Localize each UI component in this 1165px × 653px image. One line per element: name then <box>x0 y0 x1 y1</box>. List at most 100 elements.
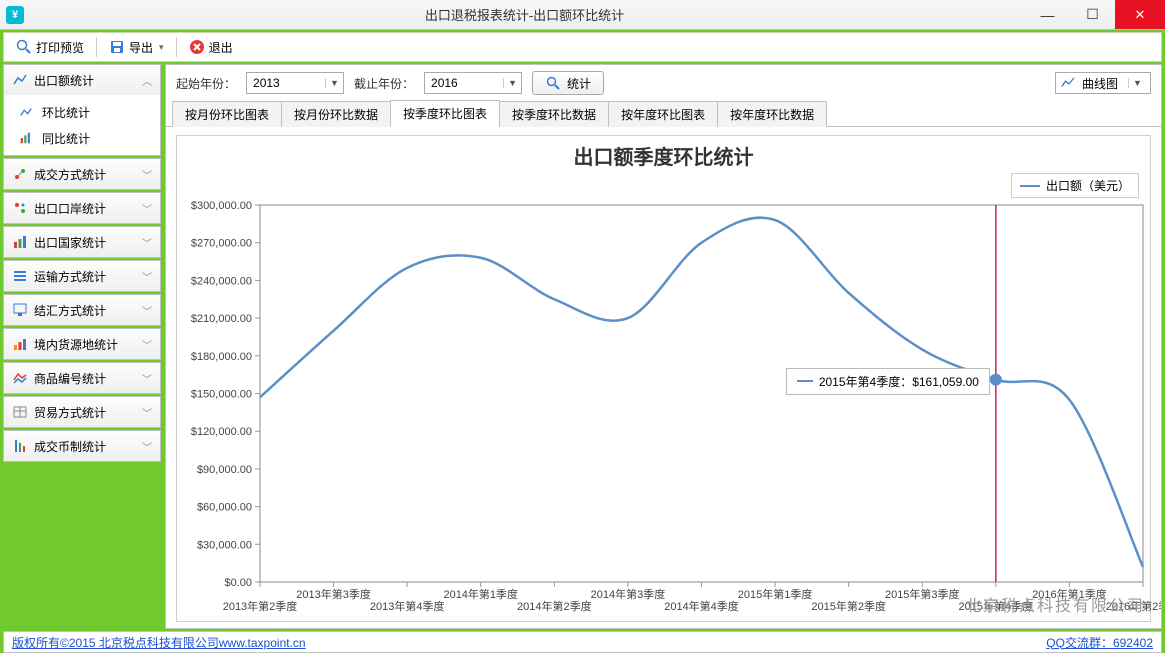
exit-label: 退出 <box>209 39 233 56</box>
svg-text:$210,000.00: $210,000.00 <box>191 313 252 325</box>
print-preview-label: 打印预览 <box>36 39 84 56</box>
start-year-select[interactable]: ▼ <box>246 72 344 94</box>
subtab[interactable]: 按季度环比数据 <box>499 101 609 127</box>
qq-link[interactable]: QQ交流群：692402 <box>1046 636 1153 650</box>
group-icon <box>12 268 28 284</box>
svg-text:2013年第4季度: 2013年第4季度 <box>370 599 445 613</box>
svg-text:2015年第3季度: 2015年第3季度 <box>885 587 960 601</box>
sidebar-item[interactable]: 同比统计 <box>4 125 160 151</box>
group-icon <box>12 404 28 420</box>
chart-plot: $0.00$30,000.00$60,000.00$90,000.00$120,… <box>166 127 1161 628</box>
sidebar-group: 成交方式统计﹀ <box>3 158 161 190</box>
svg-text:$30,000.00: $30,000.00 <box>197 539 252 551</box>
window-title: 出口退税报表统计-出口额环比统计 <box>24 5 1025 24</box>
toolbar: 打印预览 导出 ▾ 退出 <box>3 32 1162 62</box>
magnifier-icon <box>16 39 32 55</box>
chevron-icon: ﹀ <box>142 167 152 182</box>
start-year-label: 起始年份： <box>176 75 236 92</box>
sidebar-group: 贸易方式统计﹀ <box>3 396 161 428</box>
chart-type-input[interactable] <box>1076 73 1128 93</box>
copyright-link[interactable]: 版权所有©2015 北京税点科技有限公司www.taxpoint.cn <box>12 636 306 650</box>
chart-watermark: 北京税点科技有限公司 <box>965 592 1145 616</box>
sidebar-group-header[interactable]: 出口口岸统计 ﹀ <box>4 193 160 223</box>
chevron-icon: ﹀ <box>142 371 152 386</box>
close-button[interactable]: ✕ <box>1115 0 1165 29</box>
exit-icon <box>189 39 205 55</box>
sidebar-group-header[interactable]: 贸易方式统计﹀ <box>4 397 160 427</box>
sidebar-group-header[interactable]: 成交币制统计 ﹀ <box>4 431 160 461</box>
sidebar-group: 出口口岸统计 ﹀ <box>3 192 161 224</box>
stat-button[interactable]: 统计 <box>532 71 604 95</box>
export-label: 导出 <box>129 39 153 56</box>
group-label: 境内货源地统计 <box>34 336 118 353</box>
chevron-icon: ﹀ <box>142 303 152 318</box>
chevron-down-icon: ▼ <box>503 78 521 88</box>
dropdown-arrow-icon: ▾ <box>159 42 164 53</box>
sidebar-group-header[interactable]: 出口国家统计﹀ <box>4 227 160 257</box>
subtab[interactable]: 按月份环比图表 <box>172 101 282 127</box>
end-year-label: 截止年份： <box>354 75 414 92</box>
stat-button-label: 统计 <box>567 75 591 92</box>
sidebar-group-header[interactable]: 成交方式统计﹀ <box>4 159 160 189</box>
search-icon <box>545 75 561 91</box>
sidebar-group: 商品编号统计 ﹀ <box>3 362 161 394</box>
group-label: 运输方式统计 <box>34 268 106 285</box>
sidebar-group: 成交币制统计 ﹀ <box>3 430 161 462</box>
sidebar-group-header[interactable]: 境内货源地统计 ﹀ <box>4 329 160 359</box>
separator <box>96 37 97 57</box>
maximize-button[interactable]: ☐ <box>1070 0 1115 29</box>
item-icon <box>18 104 34 120</box>
sidebar-group-header[interactable]: 出口额统计︿ <box>4 65 160 95</box>
chevron-down-icon: ▼ <box>325 78 343 88</box>
sidebar-group: 运输方式统计﹀ <box>3 260 161 292</box>
minimize-button[interactable]: — <box>1025 0 1070 29</box>
svg-text:$240,000.00: $240,000.00 <box>191 275 252 287</box>
filter-bar: 起始年份： ▼ 截止年份： ▼ 统计 <box>166 65 1161 101</box>
chart-legend: 出口额（美元） <box>1011 173 1139 198</box>
chevron-icon: ﹀ <box>142 201 152 216</box>
item-icon <box>18 130 34 146</box>
sidebar-group-header[interactable]: 运输方式统计﹀ <box>4 261 160 291</box>
subtab[interactable]: 按月份环比数据 <box>281 101 391 127</box>
save-icon <box>109 39 125 55</box>
sidebar-group-header[interactable]: 结汇方式统计 ﹀ <box>4 295 160 325</box>
status-bar: 版权所有©2015 北京税点科技有限公司www.taxpoint.cn QQ交流… <box>3 631 1162 653</box>
print-preview-button[interactable]: 打印预览 <box>10 37 90 58</box>
chart-area: 出口额季度环比统计 出口额（美元） $0.00$30,000.00$60,000… <box>166 127 1161 628</box>
group-label: 出口口岸统计 <box>34 200 106 217</box>
svg-text:$90,000.00: $90,000.00 <box>197 464 252 476</box>
chevron-icon: ﹀ <box>142 405 152 420</box>
group-label: 出口额统计 <box>34 72 94 89</box>
copyright: 版权所有©2015 北京税点科技有限公司www.taxpoint.cn <box>12 634 306 651</box>
subtab[interactable]: 按年度环比图表 <box>608 101 718 127</box>
chart-type-select[interactable]: ▼ <box>1055 72 1151 94</box>
svg-text:2014年第3季度: 2014年第3季度 <box>591 587 666 601</box>
export-button[interactable]: 导出 ▾ <box>103 37 170 58</box>
svg-text:$60,000.00: $60,000.00 <box>197 502 252 514</box>
svg-text:2014年第2季度: 2014年第2季度 <box>517 599 592 613</box>
subtab[interactable]: 按年度环比数据 <box>717 101 827 127</box>
svg-text:2014年第4季度: 2014年第4季度 <box>664 599 739 613</box>
group-icon <box>12 234 28 250</box>
group-label: 成交币制统计 <box>34 438 106 455</box>
svg-text:$0.00: $0.00 <box>224 577 252 589</box>
group-label: 结汇方式统计 <box>34 302 106 319</box>
sidebar-item[interactable]: 环比统计 <box>4 99 160 125</box>
group-icon <box>12 200 28 216</box>
subtab[interactable]: 按季度环比图表 <box>390 100 500 127</box>
line-chart-icon <box>1060 75 1076 91</box>
svg-text:2014年第1季度: 2014年第1季度 <box>443 587 518 601</box>
chevron-icon: ﹀ <box>142 439 152 454</box>
start-year-input[interactable] <box>247 73 325 93</box>
end-year-input[interactable] <box>425 73 503 93</box>
item-label: 环比统计 <box>42 104 90 121</box>
group-label: 商品编号统计 <box>34 370 106 387</box>
svg-text:2013年第3季度: 2013年第3季度 <box>296 587 371 601</box>
item-label: 同比统计 <box>42 130 90 147</box>
end-year-select[interactable]: ▼ <box>424 72 522 94</box>
exit-button[interactable]: 退出 <box>183 37 239 58</box>
chevron-icon: ﹀ <box>142 337 152 352</box>
sidebar-group: 境内货源地统计 ﹀ <box>3 328 161 360</box>
chevron-icon: ﹀ <box>142 235 152 250</box>
sidebar-group-header[interactable]: 商品编号统计 ﹀ <box>4 363 160 393</box>
